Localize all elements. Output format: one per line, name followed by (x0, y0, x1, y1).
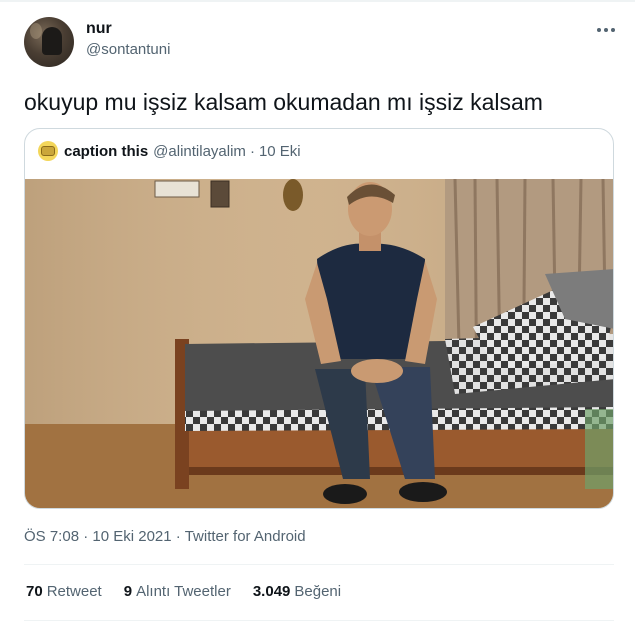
retweets-label: Retweet (46, 583, 102, 600)
top-divider (0, 0, 635, 2)
wall-picture (210, 180, 230, 208)
meta-separator: · (83, 528, 89, 545)
more-horizontal-icon[interactable] (594, 20, 618, 40)
emoji-face-icon[interactable] (38, 141, 58, 161)
quote-date[interactable]: 10 Eki (259, 143, 301, 160)
meta-separator: · (175, 528, 181, 545)
tweet-meta: ÖS 7:08 · 10 Eki 2021 · Twitter for Andr… (24, 527, 306, 547)
side-object (585, 409, 613, 489)
bed-rail (175, 467, 613, 475)
user-handle[interactable]: @sontantuni (86, 40, 170, 60)
avatar[interactable] (24, 17, 74, 67)
quote-tweets-count: 9 (123, 583, 133, 600)
tweet-stats: 70 Retweet 9 Alıntı Tweetler 3.049 Beğeni (26, 582, 363, 602)
tweet-time[interactable]: ÖS 7:08 (24, 528, 79, 545)
quote-display-name[interactable]: caption this (64, 143, 148, 160)
quote-media-image[interactable] (25, 179, 613, 508)
avatar-figure (42, 27, 62, 55)
divider (24, 564, 614, 565)
retweets-stat[interactable]: 70 Retweet (26, 582, 102, 602)
divider (24, 620, 614, 621)
quote-handle[interactable]: @alintilayalim (153, 143, 246, 160)
likes-count: 3.049 (252, 583, 291, 600)
emoji-face-shape (41, 146, 55, 156)
retweets-count: 70 (26, 583, 43, 600)
display-name[interactable]: nur (86, 19, 112, 39)
quote-tweets-stat[interactable]: 9 Alıntı Tweetler (124, 582, 231, 602)
wall-frame (154, 180, 200, 198)
tweet-date[interactable]: 10 Eki 2021 (92, 528, 171, 545)
more-dot (611, 28, 615, 32)
quote-tweets-label: Alıntı Tweetler (136, 583, 231, 600)
avatar-light (30, 23, 42, 39)
hanging-ornament (283, 179, 303, 211)
quote-separator: · (249, 142, 255, 160)
tweet-source[interactable]: Twitter for Android (185, 528, 306, 545)
likes-stat[interactable]: 3.049 Beğeni (253, 582, 341, 602)
more-dot (604, 28, 608, 32)
likes-label: Beğeni (294, 583, 342, 600)
more-dot (597, 28, 601, 32)
quote-header: caption this @alintilayalim · 10 Eki (38, 141, 301, 161)
scene-illustration (25, 179, 613, 508)
tweet-text: okuyup mu işsiz kalsam okumadan mı işsiz… (24, 89, 543, 115)
quoted-tweet[interactable]: caption this @alintilayalim · 10 Eki (24, 128, 614, 509)
